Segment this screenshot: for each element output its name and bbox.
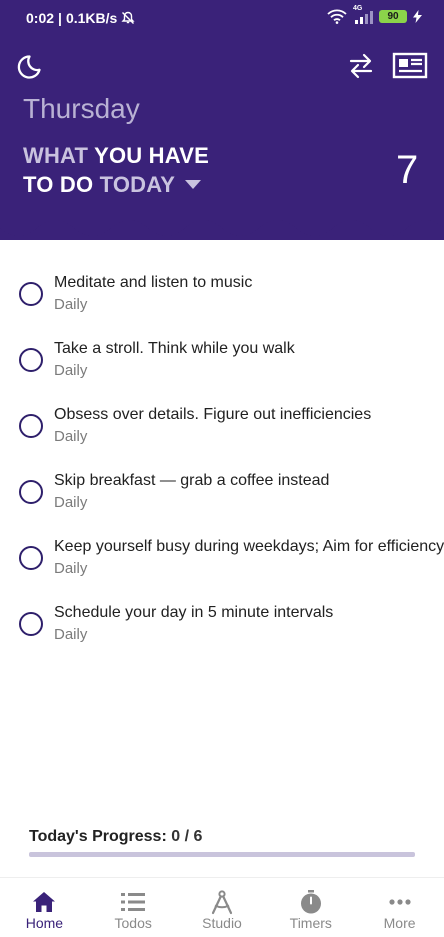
nav-more[interactable]: More bbox=[355, 878, 444, 937]
status-network-speed: 0.1KB/s bbox=[65, 10, 118, 26]
status-separator: | bbox=[58, 10, 62, 26]
todo-title: Keep yourself busy during weekdays; Aim … bbox=[54, 538, 444, 555]
caret-down-icon[interactable] bbox=[185, 179, 202, 189]
todo-checkbox[interactable] bbox=[19, 612, 43, 636]
status-left: 0:02 | 0.1KB/s bbox=[26, 10, 135, 26]
todo-frequency: Daily bbox=[54, 560, 88, 577]
stopwatch-icon bbox=[300, 890, 321, 914]
swap-button[interactable] bbox=[346, 52, 376, 80]
battery-level: 90 bbox=[387, 11, 399, 22]
nav-studio[interactable]: Studio bbox=[178, 878, 267, 937]
todo-heading-part: TO DO bbox=[23, 172, 94, 197]
todo-item[interactable]: Schedule your day in 5 minute intervals … bbox=[0, 598, 444, 654]
status-bar: 0:02 | 0.1KB/s 4G 90 bbox=[0, 0, 444, 34]
nav-todos[interactable]: Todos bbox=[89, 878, 178, 937]
header-wave bbox=[0, 206, 444, 236]
todo-heading-part: YOU HAVE bbox=[94, 143, 209, 168]
todo-title: Meditate and listen to music bbox=[54, 274, 253, 291]
home-icon bbox=[33, 892, 56, 912]
bell-off-icon bbox=[121, 11, 135, 25]
nav-home[interactable]: Home bbox=[0, 878, 89, 937]
todo-title: Skip breakfast — grab a coffee instead bbox=[54, 472, 330, 489]
todo-checkbox[interactable] bbox=[19, 414, 43, 438]
nav-label: Todos bbox=[114, 915, 152, 931]
newspaper-button[interactable] bbox=[392, 52, 428, 80]
status-right: 4G 90 bbox=[327, 5, 422, 24]
todo-heading[interactable]: WHAT YOU HAVE TO DO TODAY bbox=[23, 141, 209, 199]
todo-item[interactable]: Take a stroll. Think while you walk Dail… bbox=[0, 334, 444, 390]
nav-label: Studio bbox=[202, 915, 242, 931]
todo-heading-line2: TO DO TODAY bbox=[23, 170, 209, 199]
todo-checkbox[interactable] bbox=[19, 480, 43, 504]
compass-icon bbox=[211, 890, 233, 915]
list-icon bbox=[121, 893, 146, 911]
day-name: Thursday bbox=[23, 93, 140, 124]
bottom-nav: Home Todos Studio Timers More bbox=[0, 877, 444, 937]
network-type-label: 4G bbox=[353, 4, 363, 12]
todo-frequency: Daily bbox=[54, 428, 88, 445]
todo-frequency: Daily bbox=[54, 626, 88, 643]
todo-item[interactable]: Keep yourself busy during weekdays; Aim … bbox=[0, 532, 444, 588]
todo-checkbox[interactable] bbox=[19, 282, 43, 306]
todo-checkbox[interactable] bbox=[19, 348, 43, 372]
more-icon bbox=[388, 899, 411, 905]
nav-label: Home bbox=[25, 915, 64, 931]
progress-bar bbox=[29, 852, 415, 857]
progress-label: Today's Progress: 0 / 6 bbox=[29, 828, 202, 846]
newspaper-icon bbox=[392, 52, 428, 79]
todo-frequency: Daily bbox=[54, 296, 88, 313]
todo-heading-part: TODAY bbox=[99, 172, 176, 197]
todo-title: Schedule your day in 5 minute intervals bbox=[54, 604, 334, 621]
battery-icon: 90 bbox=[379, 10, 407, 23]
progress-label-text: Today's Progress: bbox=[29, 828, 167, 845]
todo-frequency: Daily bbox=[54, 362, 88, 379]
nav-label: Timers bbox=[289, 915, 332, 931]
todo-title: Take a stroll. Think while you walk bbox=[54, 340, 295, 357]
todo-item[interactable]: Meditate and listen to music Daily bbox=[0, 268, 444, 324]
todo-checkbox[interactable] bbox=[19, 546, 43, 570]
todo-count: 7 bbox=[396, 148, 419, 192]
status-time: 0:02 bbox=[26, 10, 55, 26]
progress-value: 0 / 6 bbox=[171, 828, 203, 845]
todo-frequency: Daily bbox=[54, 494, 88, 511]
todo-heading-line1: WHAT YOU HAVE bbox=[23, 141, 209, 170]
wifi-icon bbox=[327, 9, 347, 24]
dark-mode-button[interactable] bbox=[14, 52, 44, 82]
nav-timers[interactable]: Timers bbox=[266, 878, 355, 937]
signal-icon: 4G bbox=[353, 5, 373, 24]
todo-heading-part: WHAT bbox=[23, 143, 89, 168]
charging-icon bbox=[413, 10, 422, 23]
todo-item[interactable]: Obsess over details. Figure out ineffici… bbox=[0, 400, 444, 456]
todo-item[interactable]: Skip breakfast — grab a coffee instead D… bbox=[0, 466, 444, 522]
nav-label: More bbox=[383, 915, 416, 931]
todo-title: Obsess over details. Figure out ineffici… bbox=[54, 406, 372, 423]
app-screen: 0:02 | 0.1KB/s 4G 90 Thursday WHAT YOU H… bbox=[0, 0, 444, 937]
header: 0:02 | 0.1KB/s 4G 90 Thursday WHAT YOU H… bbox=[0, 0, 444, 240]
swap-icon bbox=[349, 53, 373, 79]
moon-icon bbox=[17, 55, 41, 79]
